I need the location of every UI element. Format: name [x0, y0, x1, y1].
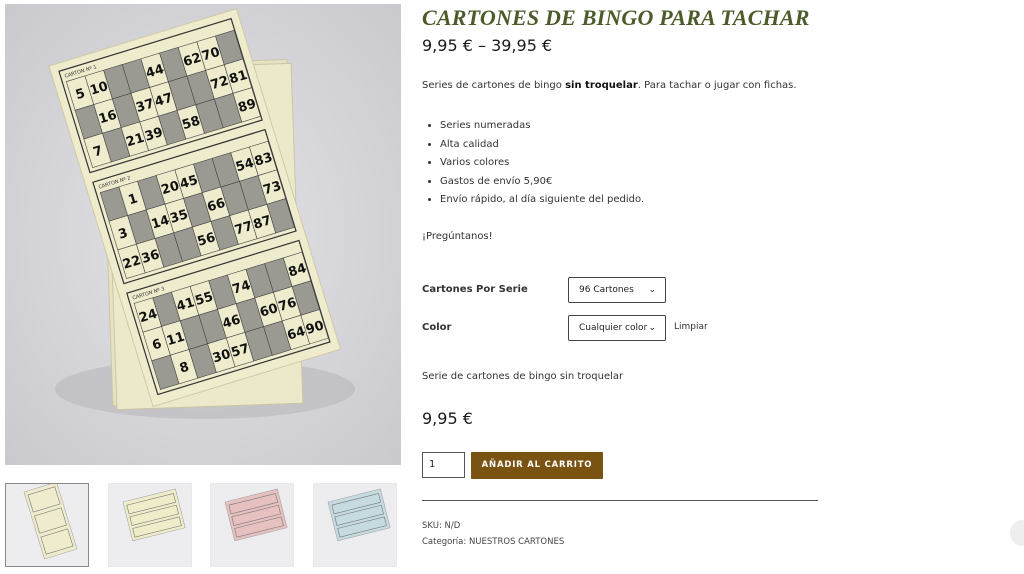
main-product-image[interactable]: CARTON Nº 1 5 10 44 62 70 16 37 47 72 81 7 21 39 58 89 C… — [5, 4, 401, 465]
description-text: Series de cartones de bingo — [422, 80, 566, 91]
description-text-end: . Para tachar o jugar con fichas. — [637, 80, 797, 91]
product-description: Series de cartones de bingo sin troquela… — [422, 80, 797, 91]
thumb-blue[interactable] — [312, 483, 397, 567]
color-selected-value: Cualquier color — [579, 323, 648, 333]
chevron-down-icon: ⌄ — [648, 285, 656, 295]
thumbnail-image — [313, 484, 396, 566]
floating-chat-button[interactable] — [1010, 520, 1024, 546]
feature-item: Series numeradas — [440, 117, 644, 136]
thumbnail-strip — [5, 483, 401, 569]
sku-line: SKU: N/D — [422, 521, 460, 531]
price-range: 9,95 € – 39,95 € — [422, 36, 553, 55]
bingo-cards-photo: CARTON Nº 15 104462701637477281721395889C… — [5, 4, 401, 465]
product-gallery: CARTON Nº 1 5 10 44 62 70 16 37 47 72 81 7 21 39 58 89 C… — [5, 4, 401, 567]
variation-description: Serie de cartones de bingo sin troquelar — [422, 371, 624, 382]
cartones-por-serie-label: Cartones Por Serie — [422, 284, 528, 295]
color-label: Color — [422, 322, 452, 333]
category-label: Categoría: — [422, 537, 467, 547]
variation-price: 9,95 € — [422, 409, 473, 428]
cartones-por-serie-select[interactable]: 96 Cartones ⌄ — [568, 277, 666, 303]
thumb-cream-stack[interactable] — [5, 483, 89, 567]
thumbnail-image — [108, 484, 191, 566]
divider — [422, 500, 818, 501]
description-bold: sin troquelar — [565, 80, 638, 91]
quantity-input[interactable]: 1 — [422, 452, 465, 478]
thumbnail-image — [6, 484, 88, 566]
category-link[interactable]: NUESTROS CARTONES — [469, 537, 564, 547]
category-line: Categoría: NUESTROS CARTONES — [422, 537, 564, 547]
feature-item: Varios colores — [440, 154, 644, 173]
feature-item: Envío rápido, al día siguiente del pedid… — [440, 191, 644, 210]
product-title: CARTONES DE BINGO PARA TACHAR — [422, 5, 810, 30]
color-select[interactable]: Cualquier color ⌄ — [568, 315, 666, 341]
cartones-selected-value: 96 Cartones — [579, 285, 634, 295]
add-to-cart-button[interactable]: AÑADIR AL CARRITO — [471, 452, 603, 479]
feature-list: Series numeradas Alta calidad Varios col… — [422, 117, 644, 210]
thumbnail-image — [211, 484, 293, 566]
clear-selection-link[interactable]: Limpiar — [674, 322, 708, 332]
thumb-pink[interactable] — [210, 483, 294, 567]
chevron-down-icon: ⌄ — [648, 323, 656, 333]
sku-value: N/D — [444, 521, 461, 531]
feature-item: Alta calidad — [440, 136, 644, 155]
thumb-cream-sheet[interactable] — [107, 483, 192, 567]
ask-us-text: ¡Pregúntanos! — [422, 231, 493, 242]
feature-item: Gastos de envío 5,90€ — [440, 173, 644, 192]
sku-label: SKU: — [422, 521, 442, 531]
